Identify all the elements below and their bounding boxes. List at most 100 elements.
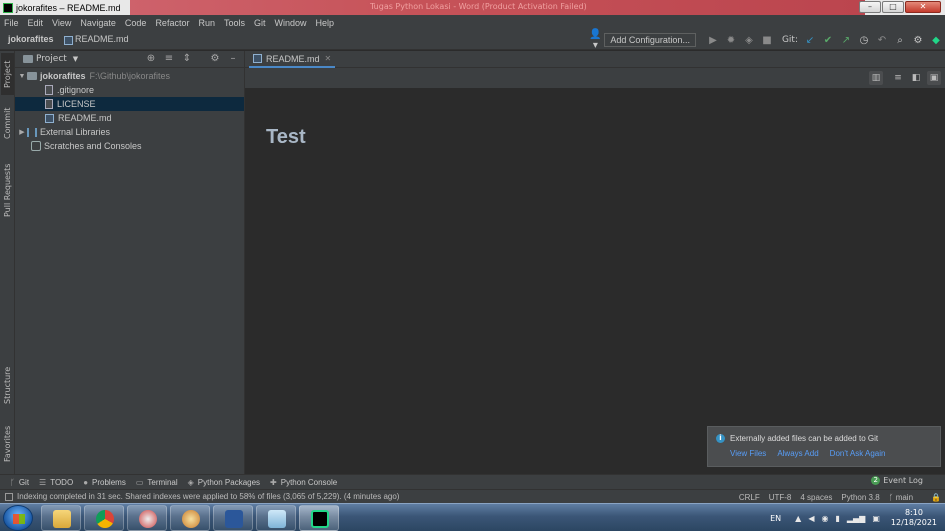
volume-icon[interactable]: ◀: [808, 514, 814, 523]
view-files-link[interactable]: View Files: [730, 449, 766, 458]
gear-icon[interactable]: ⚙: [208, 53, 222, 64]
always-add-link[interactable]: Always Add: [777, 449, 818, 458]
debug-icon[interactable]: ✹: [723, 35, 739, 46]
menu-file[interactable]: File: [4, 18, 19, 28]
taskbar-notes[interactable]: [256, 505, 296, 531]
run-icon[interactable]: ▶: [705, 35, 721, 46]
collapse-all-icon[interactable]: ⇕: [180, 53, 194, 64]
stop-icon[interactable]: ■: [759, 35, 775, 46]
tab-readme[interactable]: README.md ✕: [249, 51, 336, 68]
git-branch-widget[interactable]: ᚴ main: [889, 493, 922, 502]
battery-icon[interactable]: ▮: [835, 514, 839, 523]
dont-ask-again-link[interactable]: Don't Ask Again: [830, 449, 886, 458]
project-panel-header: Project ▼ ⊕ ≡ ⇕ ⚙ –: [15, 51, 244, 68]
root-folder-name: jokorafites: [40, 71, 86, 81]
tab-pull-requests[interactable]: Pull Requests: [1, 159, 14, 221]
git-commit-icon[interactable]: ✔: [820, 35, 836, 46]
chevron-down-icon[interactable]: ▼: [17, 73, 27, 80]
status-message[interactable]: Indexing completed in 31 sec. Shared ind…: [17, 492, 399, 501]
language-indicator[interactable]: EN: [770, 514, 781, 523]
breadcrumb-file[interactable]: README.md: [75, 34, 129, 44]
taskbar-word[interactable]: [213, 505, 253, 531]
bottom-tool-bar: ᚴ Git ☰ TODO ● Problems ▭ Terminal ◈ Python P…: [0, 474, 945, 489]
chevron-down-icon[interactable]: ▼: [73, 55, 78, 63]
tool-label: Python Console: [280, 477, 338, 487]
clock[interactable]: 8:10 12/18/2021: [891, 508, 937, 528]
window-title: jokorafites – README.md: [16, 2, 121, 13]
project-view-icon: [23, 55, 33, 63]
chevron-right-icon[interactable]: ▶: [17, 128, 27, 136]
markdown-preview[interactable]: Test: [245, 88, 945, 474]
menu-refactor[interactable]: Refactor: [155, 18, 189, 28]
expand-all-icon[interactable]: ≡: [162, 53, 176, 64]
interpreter-widget[interactable]: Python 3.8: [841, 493, 879, 502]
action-center-icon[interactable]: ▣: [872, 514, 880, 523]
add-configuration-button[interactable]: Add Configuration...: [604, 33, 696, 47]
maximize-button[interactable]: □: [882, 1, 904, 13]
close-button[interactable]: ✕: [905, 1, 941, 13]
tree-item-license[interactable]: LICENSE: [15, 97, 244, 111]
git-push-icon[interactable]: ↗: [838, 35, 854, 46]
network-icon[interactable]: ◉: [821, 514, 828, 523]
tool-terminal[interactable]: ▭ Terminal: [136, 478, 178, 487]
tool-windows-toggle-icon[interactable]: [5, 492, 13, 501]
user-icon[interactable]: 👤▾: [587, 29, 603, 51]
tool-todo[interactable]: ☰ TODO: [39, 478, 73, 487]
tool-python-packages[interactable]: ◈ Python Packages: [188, 478, 260, 487]
tool-python-console[interactable]: ✚ Python Console: [270, 478, 337, 487]
tree-external-libraries[interactable]: ▶ External Libraries: [15, 125, 244, 139]
taskbar-app3[interactable]: [127, 505, 167, 531]
indent-widget[interactable]: 4 spaces: [800, 493, 832, 502]
show-hidden-icons-icon[interactable]: ▲: [795, 514, 801, 523]
taskbar-paint[interactable]: [170, 505, 210, 531]
menu-run[interactable]: Run: [198, 18, 215, 28]
tool-git[interactable]: ᚴ Git: [10, 478, 29, 487]
menu-help[interactable]: Help: [316, 18, 335, 28]
search-icon[interactable]: ⌕: [892, 35, 908, 46]
start-button[interactable]: [3, 505, 33, 531]
breadcrumb-project[interactable]: jokorafites: [8, 34, 54, 44]
locate-icon[interactable]: ⊕: [144, 53, 158, 64]
tool-problems[interactable]: ● Problems: [83, 478, 126, 487]
jetbrains-logo-icon[interactable]: ◆: [928, 35, 944, 46]
markdown-file-icon: [64, 35, 74, 45]
menu-view[interactable]: View: [52, 18, 71, 28]
line-separator-widget[interactable]: CRLF: [739, 493, 760, 502]
tree-item-readme[interactable]: README.md: [15, 111, 244, 125]
signal-icon[interactable]: ▂▄▆: [847, 514, 865, 523]
split-view-icon[interactable]: ◧: [909, 71, 923, 85]
taskbar-pycharm[interactable]: [299, 505, 339, 531]
history-icon[interactable]: ◷: [856, 35, 872, 46]
git-update-icon[interactable]: ↙: [802, 35, 818, 46]
menu-edit[interactable]: Edit: [28, 18, 44, 28]
tab-structure[interactable]: Structure: [1, 361, 14, 409]
notification-balloon: i Externally added files can be added to…: [707, 426, 941, 467]
editor-and-preview-icon[interactable]: ▥: [869, 71, 883, 85]
menu-tools[interactable]: Tools: [224, 18, 245, 28]
taskbar-explorer[interactable]: [41, 505, 81, 531]
tab-commit[interactable]: Commit: [1, 103, 14, 143]
event-log-button[interactable]: 2 Event Log: [871, 476, 923, 485]
tree-root-folder[interactable]: ▼ jokorafites F:\Github\jokorafites: [15, 69, 244, 83]
hide-icon[interactable]: –: [226, 53, 240, 64]
menu-code[interactable]: Code: [125, 18, 147, 28]
tree-item-gitignore[interactable]: .gitignore: [15, 83, 244, 97]
tab-project[interactable]: Project: [1, 53, 14, 95]
tree-scratches[interactable]: Scratches and Consoles: [15, 139, 244, 153]
preview-only-icon[interactable]: ▣: [927, 71, 941, 85]
project-panel-title[interactable]: Project: [36, 54, 67, 64]
rollback-icon[interactable]: ↶: [874, 35, 890, 46]
editor-only-icon[interactable]: ≡: [891, 71, 905, 85]
menu-git[interactable]: Git: [254, 18, 266, 28]
minimize-button[interactable]: –: [859, 1, 881, 13]
encoding-widget[interactable]: UTF-8: [769, 493, 792, 502]
coverage-icon[interactable]: ◈: [741, 35, 757, 46]
lock-icon[interactable]: 🔒: [931, 493, 941, 502]
taskbar-chrome[interactable]: [84, 505, 124, 531]
settings-icon[interactable]: ⚙: [910, 35, 926, 46]
window-controls: – □ ✕: [859, 1, 941, 13]
menu-window[interactable]: Window: [275, 18, 307, 28]
close-tab-icon[interactable]: ✕: [325, 54, 332, 63]
menu-navigate[interactable]: Navigate: [80, 18, 116, 28]
tab-favorites[interactable]: Favorites: [1, 419, 14, 469]
